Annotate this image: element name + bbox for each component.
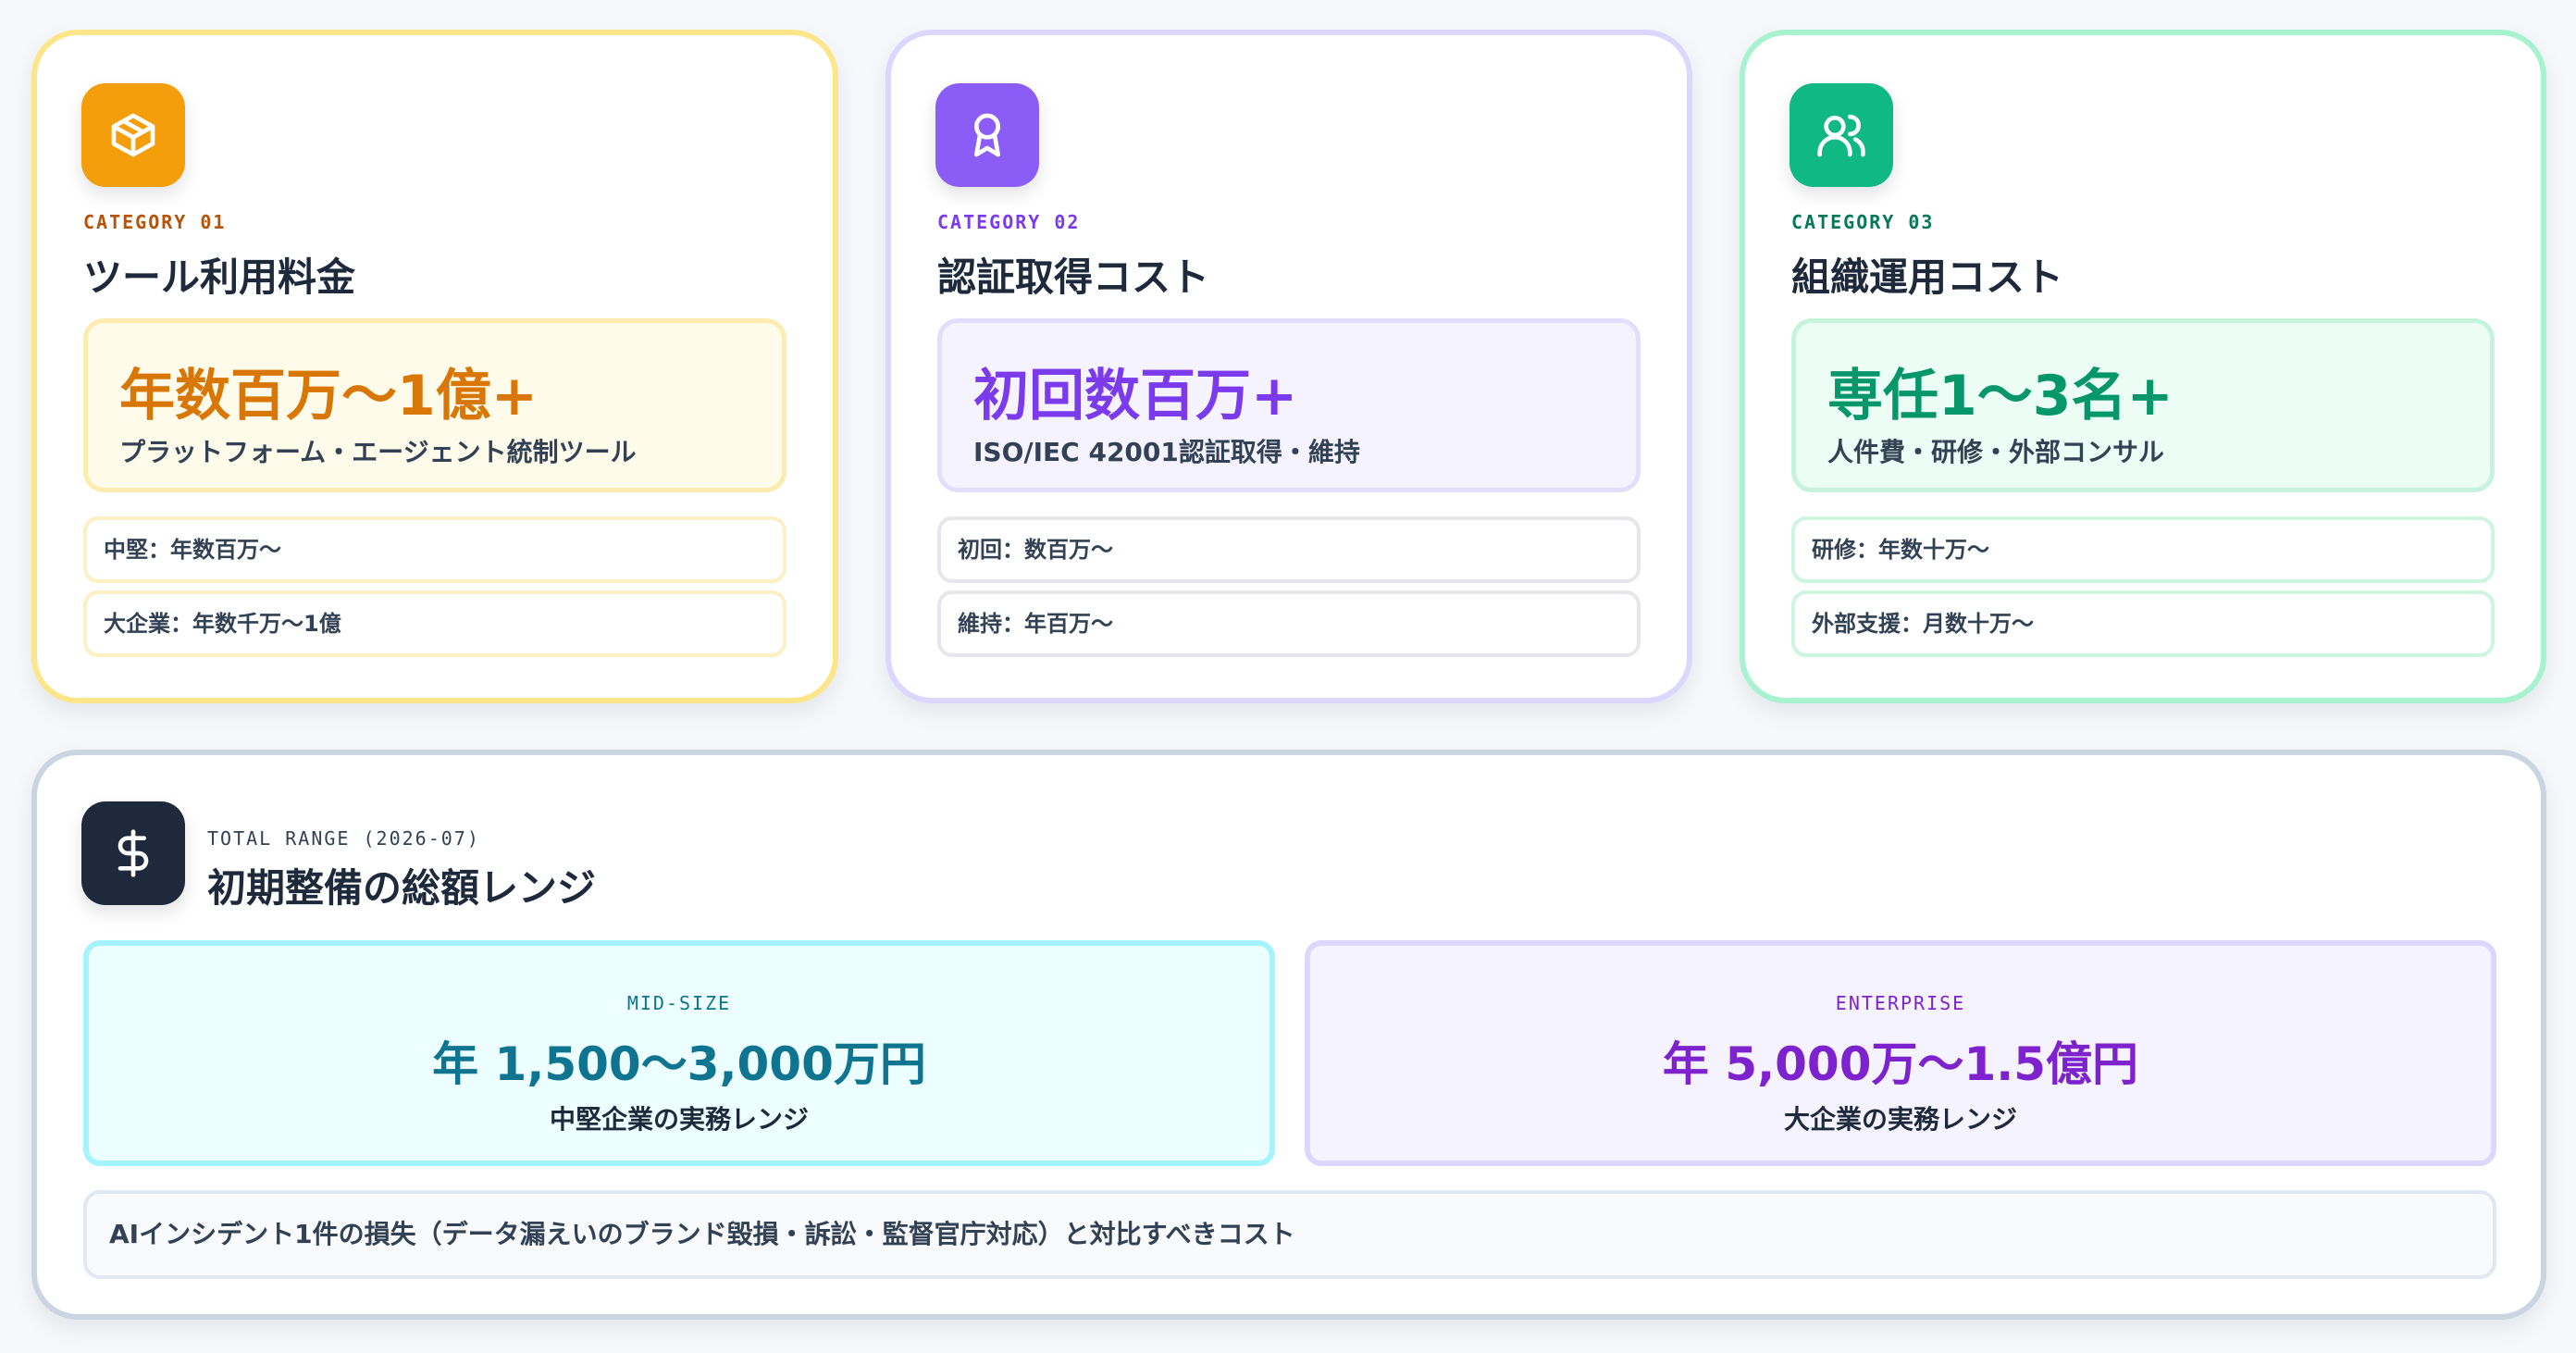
users-icon <box>1790 83 1893 187</box>
range-tag: MID-SIZE <box>626 992 732 1014</box>
range-panel-enterprise: ENTERPRISE 年 5,000万〜1.5億円 大企業の実務レンジ <box>1305 940 2496 1166</box>
category-card-certification: CATEGORY 02 認証取得コスト 初回数百万+ ISO/IEC 42001… <box>886 30 1692 703</box>
hero-value: 専任1〜3名+ <box>1827 364 2174 428</box>
range-subtitle: 中堅企業の実務レンジ <box>549 1104 809 1135</box>
category-label: CATEGORY 02 <box>937 211 1081 233</box>
detail-row: 維持：年百万〜 <box>937 590 1641 657</box>
hero-value: 初回数百万+ <box>973 364 1298 428</box>
total-range-title: 初期整備の総額レンジ <box>207 865 597 911</box>
range-subtitle: 大企業の実務レンジ <box>1783 1104 2017 1135</box>
total-range-card: TOTAL RANGE (2026-07) 初期整備の総額レンジ MID-SIZ… <box>31 750 2546 1320</box>
hero-value: 年数百万〜1億+ <box>119 364 539 428</box>
detail-row: 初回：数百万〜 <box>937 516 1641 583</box>
category-label: CATEGORY 01 <box>83 211 227 233</box>
category-label: CATEGORY 03 <box>1791 211 1935 233</box>
award-icon <box>935 83 1039 187</box>
category-card-org-operations: CATEGORY 03 組織運用コスト 専任1〜3名+ 人件費・研修・外部コンサ… <box>1740 30 2546 703</box>
hero-subtitle: ISO/IEC 42001認証取得・維持 <box>973 437 1360 467</box>
hero-panel: 初回数百万+ ISO/IEC 42001認証取得・維持 <box>937 318 1641 492</box>
range-panel-mid-size: MID-SIZE 年 1,500〜3,000万円 中堅企業の実務レンジ <box>83 940 1275 1166</box>
package-icon <box>81 83 185 187</box>
category-card-tool-fees: CATEGORY 01 ツール利用料金 年数百万〜1億+ プラットフォーム・エー… <box>31 30 838 703</box>
range-value: 年 5,000万〜1.5億円 <box>1662 1037 2139 1091</box>
card-title: 認証取得コスト <box>937 254 1210 300</box>
card-title: ツール利用料金 <box>83 254 356 300</box>
range-tag: ENTERPRISE <box>1835 992 1966 1014</box>
card-title: 組織運用コスト <box>1791 254 2064 300</box>
dollar-icon <box>81 801 185 905</box>
detail-row: 中堅：年数百万〜 <box>83 516 786 583</box>
hero-subtitle: 人件費・研修・外部コンサル <box>1827 437 2165 467</box>
hero-subtitle: プラットフォーム・エージェント統制ツール <box>119 437 637 467</box>
range-value: 年 1,500〜3,000万円 <box>432 1037 926 1091</box>
hero-panel: 年数百万〜1億+ プラットフォーム・エージェント統制ツール <box>83 318 786 492</box>
comparison-note: AIインシデント1件の損失（データ漏えいのブランド毀損・訴訟・監督官庁対応）と対… <box>83 1190 2496 1279</box>
total-range-label: TOTAL RANGE (2026-07) <box>207 827 480 850</box>
detail-row: 研修：年数十万〜 <box>1791 516 2495 583</box>
detail-row: 大企業：年数千万〜1億 <box>83 590 786 657</box>
hero-panel: 専任1〜3名+ 人件費・研修・外部コンサル <box>1791 318 2495 492</box>
detail-row: 外部支援：月数十万〜 <box>1791 590 2495 657</box>
